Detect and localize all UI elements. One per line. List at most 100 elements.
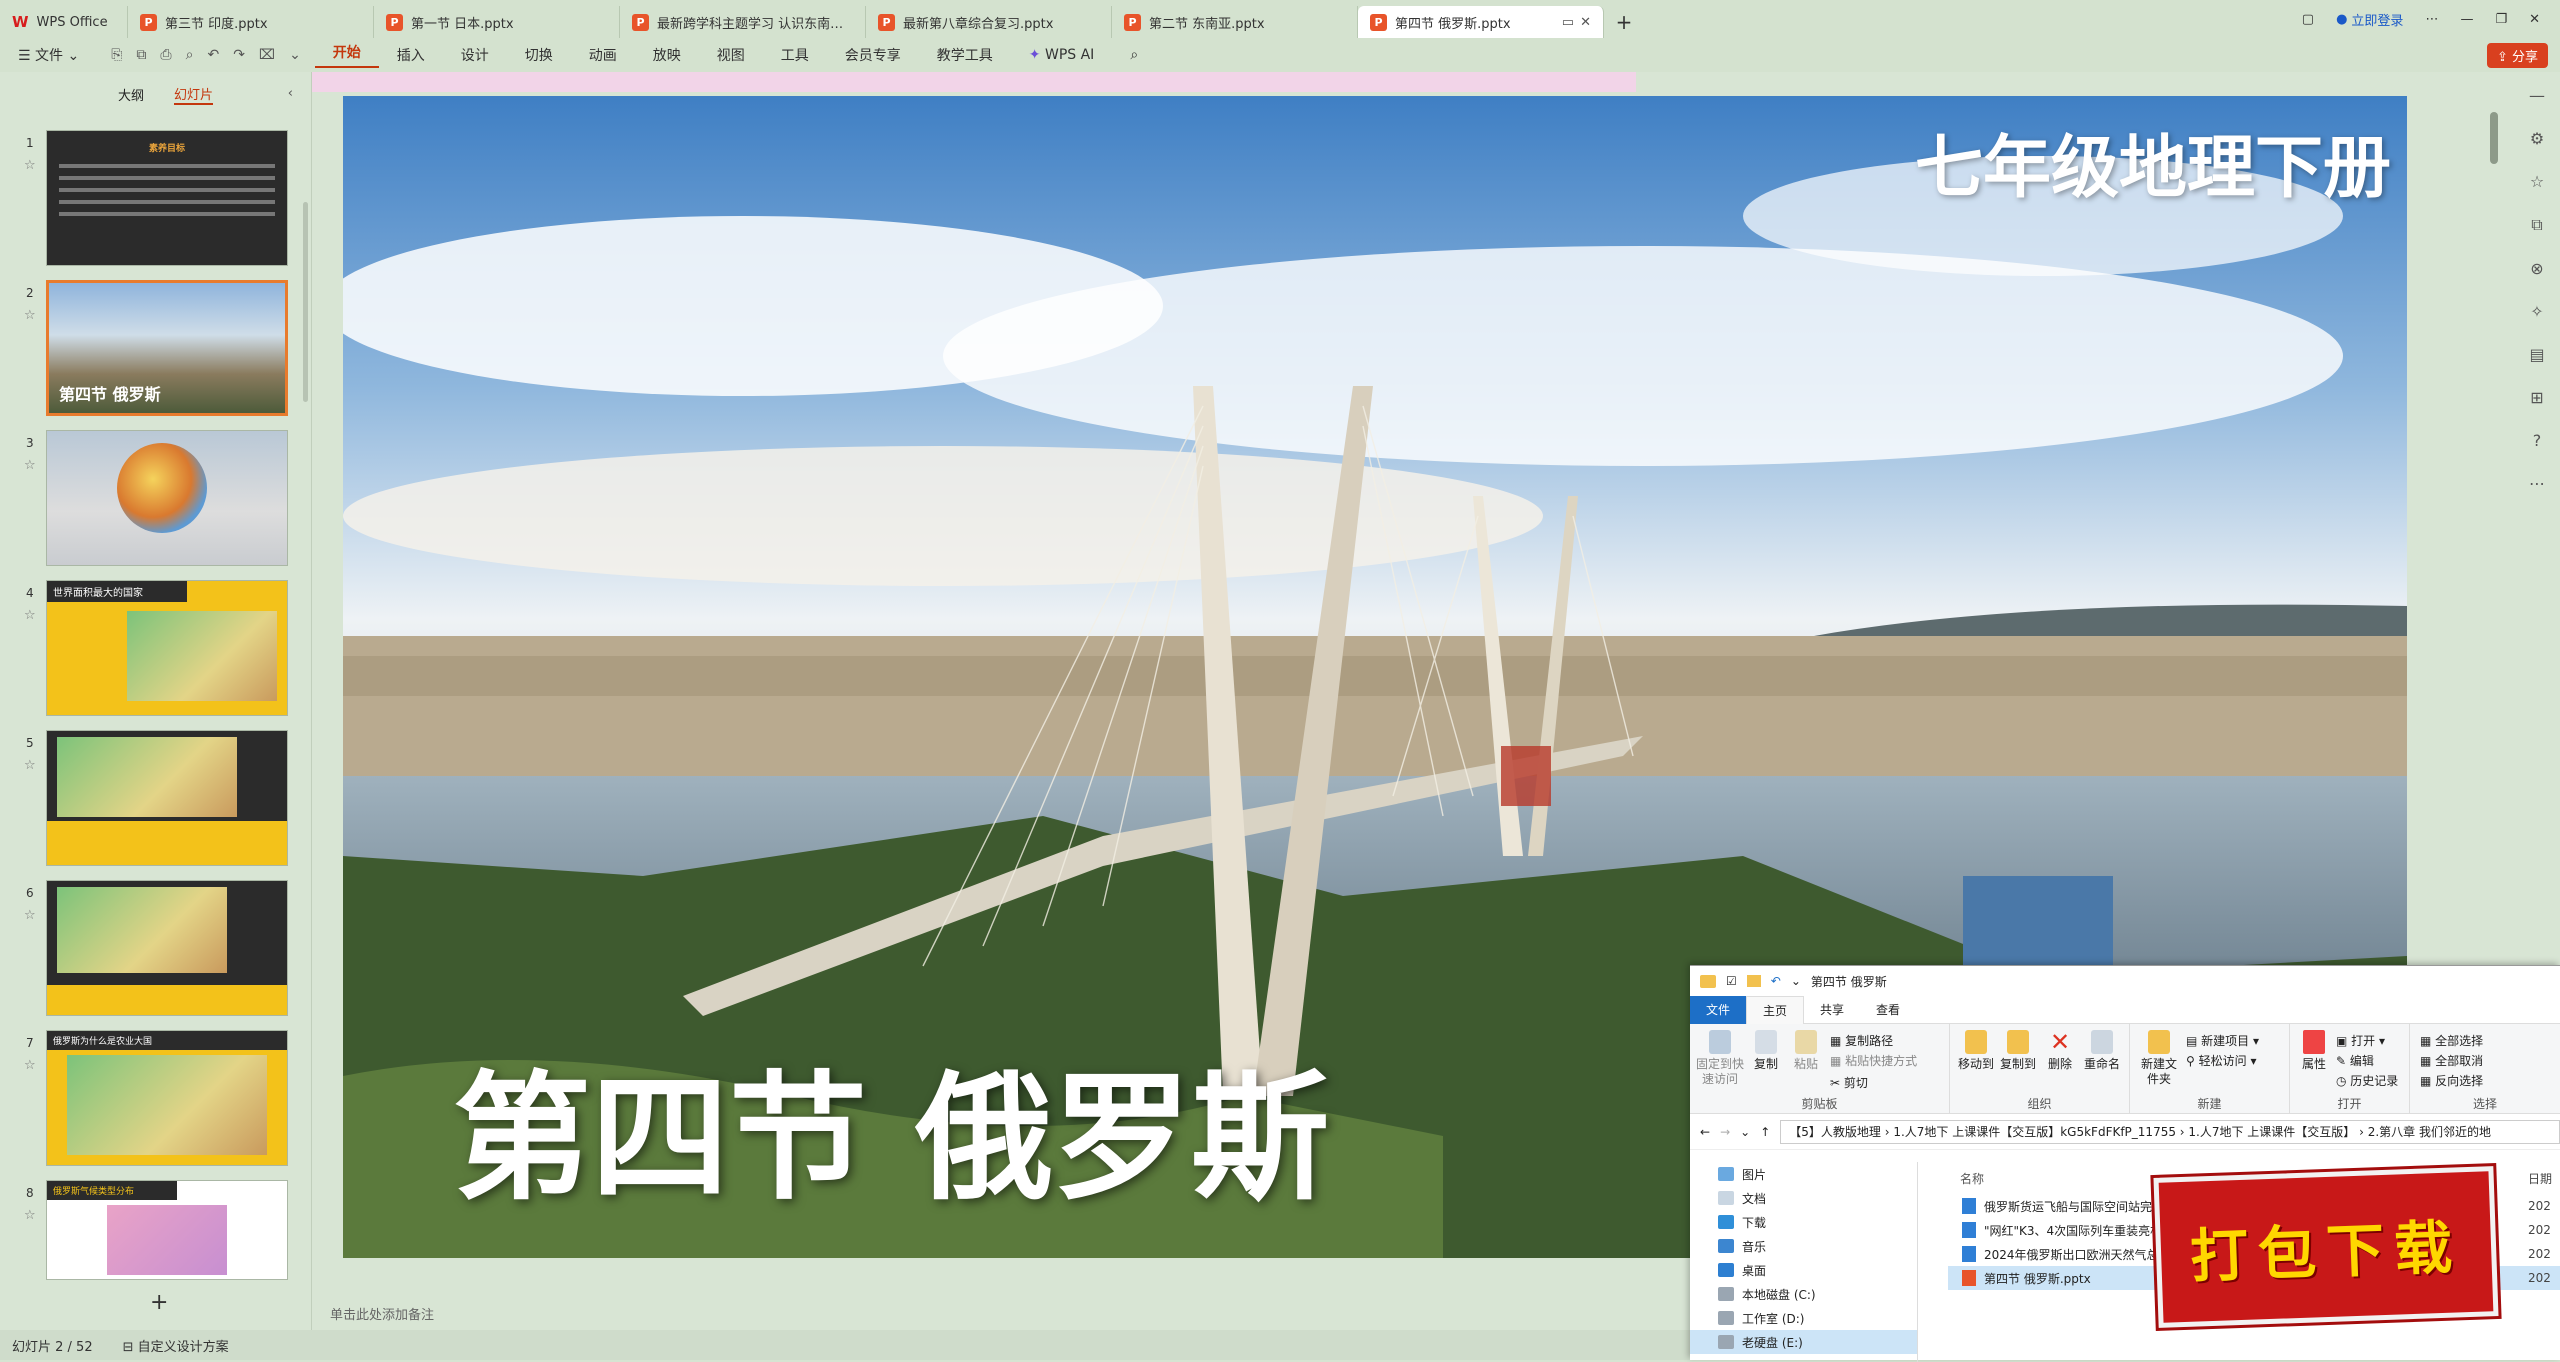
- nav-downloads[interactable]: 下载: [1690, 1210, 1917, 1234]
- tab-doc-4[interactable]: P 最新第八章综合复习.pptx: [866, 6, 1112, 38]
- nav-drive-d[interactable]: 工作室 (D:): [1690, 1306, 1917, 1330]
- format-painter-icon[interactable]: ⌧: [259, 47, 275, 63]
- tab-doc-1[interactable]: P 第三节 印度.pptx: [128, 6, 374, 38]
- col-date[interactable]: 日期: [2528, 1170, 2552, 1187]
- copy-path-button[interactable]: ▦ 复制路径: [1830, 1032, 1893, 1049]
- thumb-row-8[interactable]: 8 ☆ 俄罗斯气候类型分布: [0, 1180, 300, 1280]
- ribbon-tab-home[interactable]: 主页: [1746, 995, 1805, 1024]
- slide-title[interactable]: 第四节 俄罗斯: [453, 1026, 1329, 1226]
- nav-music[interactable]: 音乐: [1690, 1234, 1917, 1258]
- path-field[interactable]: 【5】人教版地理 › 1.人7地下 上课课件【交互版】kG5kFdFKfP_11…: [1780, 1119, 2560, 1144]
- tab-outline[interactable]: 大纲: [118, 85, 144, 104]
- invert-selection-button[interactable]: ▦ 反向选择: [2420, 1072, 2483, 1089]
- undo-icon[interactable]: ↶: [1771, 974, 1781, 988]
- star-icon[interactable]: ☆: [2530, 172, 2544, 191]
- add-slide-button[interactable]: +: [150, 1290, 168, 1315]
- save-icon[interactable]: ⎘: [111, 47, 122, 63]
- forward-icon[interactable]: →: [1720, 1125, 1730, 1139]
- design-scheme[interactable]: ⊟ 自定义设计方案: [123, 1336, 229, 1355]
- slide-thumbnail[interactable]: 世界面积最大的国家: [46, 580, 288, 716]
- new-tab-button[interactable]: +: [1604, 6, 1644, 38]
- thumb-row-4[interactable]: 4 ☆ 世界面积最大的国家: [0, 580, 300, 720]
- settings-icon[interactable]: ⚙: [2530, 129, 2544, 148]
- pin-quick-access-button[interactable]: 固定到快速访问: [1696, 1030, 1744, 1087]
- menu-transition[interactable]: 切换: [507, 45, 571, 65]
- rename-button[interactable]: 重命名: [2080, 1030, 2124, 1072]
- slide-thumbnail[interactable]: 俄罗斯为什么是农业大国: [46, 1030, 288, 1166]
- redo-icon[interactable]: ↷: [233, 47, 245, 63]
- menu-home[interactable]: 开始: [314, 42, 379, 68]
- nav-drive-e[interactable]: 老硬盘 (E:): [1690, 1330, 1917, 1354]
- tab-doc-3[interactable]: P 最新跨学科主题学习 认识东南亚的世...: [620, 6, 866, 38]
- open-button[interactable]: ▣ 打开 ▾: [2336, 1032, 2385, 1049]
- tab-doc-5[interactable]: P 第二节 东南亚.pptx: [1112, 6, 1358, 38]
- back-icon[interactable]: ←: [1700, 1125, 1710, 1139]
- wps-ai-button[interactable]: ✦ WPS AI: [1011, 47, 1113, 63]
- menu-design[interactable]: 设计: [443, 45, 507, 65]
- minimize-icon[interactable]: —: [2460, 12, 2473, 27]
- star-icon[interactable]: ☆: [24, 158, 36, 173]
- file-menu[interactable]: ☰ 文件 ⌄: [0, 45, 97, 65]
- ribbon-tab-view[interactable]: 查看: [1860, 996, 1916, 1024]
- thumb-row-1[interactable]: 1 ☆ 素养目标: [0, 130, 300, 270]
- tablet-mode-icon[interactable]: ▢: [2302, 12, 2314, 27]
- nav-documents[interactable]: 文档: [1690, 1186, 1917, 1210]
- more-icon[interactable]: ⌄: [289, 47, 301, 63]
- minus-icon[interactable]: —: [2529, 86, 2545, 105]
- window-icon[interactable]: ▭: [1562, 15, 1574, 30]
- notes-input[interactable]: 单击此处添加备注: [330, 1304, 434, 1323]
- translate-icon[interactable]: ⊗: [2530, 259, 2543, 278]
- new-item-button[interactable]: ▤ 新建项目 ▾: [2186, 1032, 2259, 1049]
- move-to-button[interactable]: 移动到: [1956, 1030, 1996, 1072]
- paste-shortcut-button[interactable]: ▦ 粘贴快捷方式: [1830, 1052, 1917, 1069]
- cut-button[interactable]: ✂ 剪切: [1830, 1074, 1868, 1091]
- search-icon[interactable]: ⌕: [1112, 47, 1156, 63]
- print-icon[interactable]: ⎙: [160, 47, 171, 63]
- menu-more-icon[interactable]: ⋯: [2425, 12, 2438, 27]
- magic-icon[interactable]: ✧: [2530, 302, 2543, 321]
- easy-access-button[interactable]: ⚲ 轻松访问 ▾: [2186, 1052, 2256, 1069]
- menu-tools[interactable]: 工具: [763, 45, 827, 65]
- star-icon[interactable]: ☆: [24, 458, 36, 473]
- close-tab-icon[interactable]: ✕: [1580, 15, 1591, 30]
- paste-button[interactable]: 粘贴: [1788, 1030, 1824, 1072]
- slide-thumbnail[interactable]: [46, 880, 288, 1016]
- tab-doc-6-active[interactable]: P 第四节 俄罗斯.pptx ▭ ✕: [1358, 6, 1604, 38]
- slide-thumbnail[interactable]: 俄罗斯气候类型分布: [46, 1180, 288, 1280]
- star-icon[interactable]: ☆: [24, 308, 36, 323]
- tab-wps-home[interactable]: W WPS Office: [0, 6, 128, 38]
- panel-scrollbar[interactable]: [303, 202, 308, 402]
- menu-teaching[interactable]: 教学工具: [919, 45, 1011, 65]
- export-icon[interactable]: ⧉: [136, 47, 146, 63]
- history-button[interactable]: ◷ 历史记录: [2336, 1072, 2398, 1089]
- more-options-icon[interactable]: ⋯: [2529, 474, 2545, 493]
- layout-icon[interactable]: ⊞: [2530, 388, 2543, 407]
- slide-thumbnail[interactable]: [46, 730, 288, 866]
- delete-button[interactable]: ✕ 删除: [2042, 1030, 2078, 1072]
- ribbon-tab-share[interactable]: 共享: [1804, 996, 1860, 1024]
- slide-thumbnail-selected[interactable]: 第四节 俄罗斯: [46, 280, 288, 416]
- select-none-button[interactable]: ▦ 全部取消: [2420, 1052, 2483, 1069]
- undo-icon[interactable]: ↶: [207, 47, 219, 63]
- menu-view[interactable]: 视图: [699, 45, 763, 65]
- col-name[interactable]: 名称: [1960, 1170, 1984, 1187]
- properties-button[interactable]: 属性: [2296, 1030, 2332, 1072]
- star-icon[interactable]: ☆: [24, 1058, 36, 1073]
- tab-doc-2[interactable]: P 第一节 日本.pptx: [374, 6, 620, 38]
- ribbon-tab-file[interactable]: 文件: [1690, 995, 1747, 1024]
- thumb-row-3[interactable]: 3 ☆: [0, 430, 300, 570]
- copy-icon[interactable]: ⧉: [2531, 215, 2542, 235]
- thumb-row-5[interactable]: 5 ☆: [0, 730, 300, 870]
- menu-member[interactable]: 会员专享: [827, 45, 919, 65]
- thumb-row-2[interactable]: 2 ☆ 第四节 俄罗斯: [0, 280, 300, 420]
- menu-animation[interactable]: 动画: [571, 45, 635, 65]
- nav-desktop[interactable]: 桌面: [1690, 1258, 1917, 1282]
- slide-banner[interactable]: 七年级地理下册: [1915, 112, 2391, 211]
- up-icon[interactable]: ↑: [1760, 1125, 1770, 1139]
- edit-button[interactable]: ✎ 编辑: [2336, 1052, 2374, 1069]
- restore-icon[interactable]: ❐: [2495, 12, 2507, 27]
- recent-icon[interactable]: ⌄: [1740, 1125, 1750, 1139]
- collapse-panel-icon[interactable]: ‹: [288, 86, 293, 101]
- star-icon[interactable]: ☆: [24, 608, 36, 623]
- menu-insert[interactable]: 插入: [379, 45, 443, 65]
